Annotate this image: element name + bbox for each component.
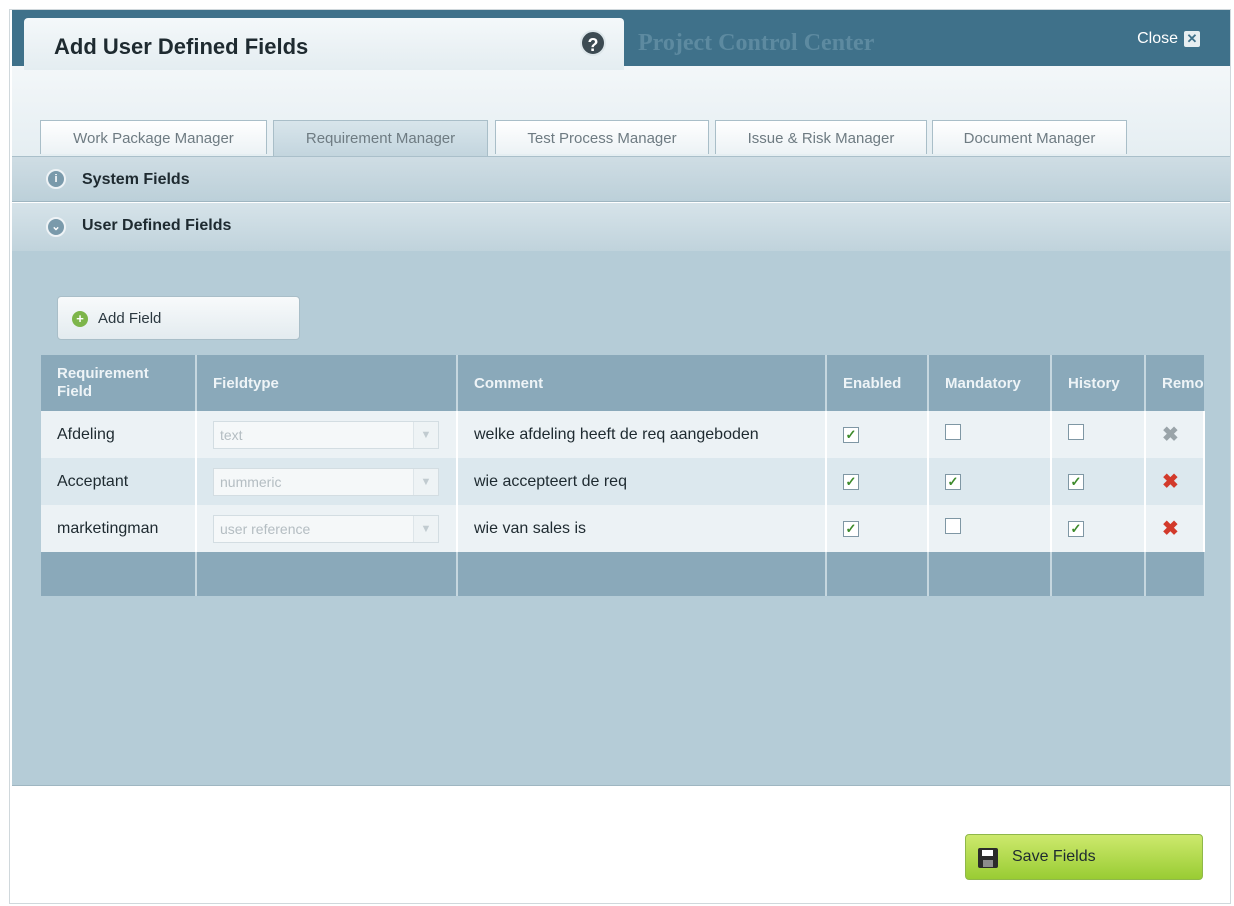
header-fieldtype: Fieldtype (196, 355, 458, 411)
fieldtype-select[interactable]: user reference ▼ (213, 514, 439, 543)
history-checkbox[interactable]: ✓ (1068, 473, 1084, 490)
mandatory-checkbox[interactable] (945, 424, 961, 440)
chevron-down-icon: ▼ (413, 468, 438, 495)
table-row: Afdeling text ▼ welke afdeling heeft de r… (41, 411, 1205, 458)
remove-icon[interactable]: ✖ (1162, 518, 1179, 540)
close-icon: ✕ (1184, 31, 1200, 47)
save-fields-button[interactable]: Save Fields (965, 834, 1203, 880)
app-name: Project Control Center (638, 30, 875, 56)
expand-icon: ⌄ (46, 217, 66, 237)
header-enabled: Enabled (826, 355, 929, 411)
field-name: Afdeling (41, 411, 197, 458)
add-field-button[interactable]: + Add Field (57, 296, 300, 340)
table-row: marketingman user reference ▼ wie van sal… (41, 505, 1205, 552)
tab-issue-risk-manager[interactable]: Issue & Risk Manager (715, 120, 927, 154)
fieldtype-select[interactable]: text ▼ (213, 420, 439, 449)
field-comment: wie accepteert de req (457, 458, 827, 505)
field-comment: welke afdeling heeft de req aangeboden (457, 411, 827, 458)
fieldtype-value: nummeric (220, 473, 282, 490)
add-field-label: Add Field (98, 310, 162, 327)
floppy-disk-icon (978, 848, 998, 868)
mandatory-checkbox[interactable]: ✓ (945, 473, 961, 490)
system-fields-section[interactable]: i System Fields (12, 156, 1230, 202)
dialog-title: Add User Defined Fields (54, 34, 309, 59)
mandatory-checkbox[interactable] (945, 518, 961, 534)
save-fields-label: Save Fields (1012, 848, 1096, 865)
tab-test-process-manager[interactable]: Test Process Manager (495, 120, 709, 154)
user-defined-fields-label: User Defined Fields (82, 217, 232, 234)
table-header-row: Requirement Field Fieldtype Comment Enab… (41, 355, 1204, 411)
remove-icon[interactable]: ✖ (1162, 471, 1179, 493)
question-mark-icon[interactable]: ? (580, 30, 606, 56)
enabled-checkbox[interactable]: ✓ (843, 520, 859, 537)
header-comment: Comment (457, 355, 827, 411)
header-history: History (1051, 355, 1146, 411)
history-checkbox[interactable] (1068, 424, 1084, 440)
info-icon: i (46, 169, 66, 189)
enabled-checkbox[interactable]: ✓ (843, 473, 859, 490)
tab-requirement-manager[interactable]: Requirement Manager (273, 120, 488, 156)
user-defined-fields-section[interactable]: ⌄ User Defined Fields (12, 203, 1230, 251)
remove-icon: ✖ (1162, 424, 1179, 446)
chevron-down-icon: ▼ (413, 421, 438, 448)
fields-table: Requirement Field Fieldtype Comment Enab… (41, 355, 1205, 596)
system-fields-label: System Fields (82, 171, 190, 188)
title-tab: Add User Defined Fields (24, 18, 624, 70)
fieldtype-value: user reference (220, 520, 311, 537)
close-label: Close (1137, 30, 1178, 47)
table-row: Acceptant nummeric ▼ wie accepteert de re… (41, 458, 1205, 505)
fieldtype-value: text (220, 426, 243, 443)
header-remove: Remo (1145, 355, 1204, 411)
field-comment: wie van sales is (457, 505, 827, 552)
tab-work-package-manager[interactable]: Work Package Manager (40, 120, 267, 154)
field-name: Acceptant (41, 458, 197, 505)
close-button[interactable]: Close ✕ (1137, 30, 1200, 48)
table-footer-row (41, 552, 1204, 596)
history-checkbox[interactable]: ✓ (1068, 520, 1084, 537)
header-requirement-field: Requirement Field (41, 355, 197, 411)
fieldtype-select[interactable]: nummeric ▼ (213, 467, 439, 496)
header-mandatory: Mandatory (928, 355, 1052, 411)
field-name: marketingman (41, 505, 197, 552)
plus-icon: + (72, 311, 88, 327)
enabled-checkbox[interactable]: ✓ (843, 426, 859, 443)
chevron-down-icon: ▼ (413, 515, 438, 542)
tab-document-manager[interactable]: Document Manager (932, 120, 1127, 154)
